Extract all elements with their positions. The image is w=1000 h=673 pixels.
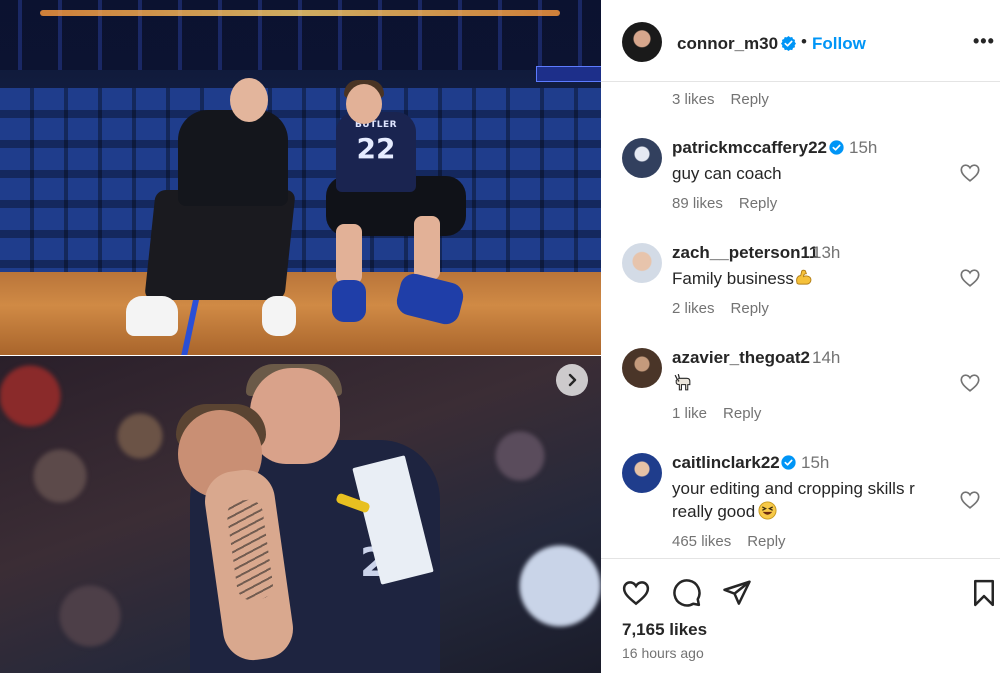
player-leg	[336, 224, 362, 284]
comment-username[interactable]: patrickmccaffery22	[672, 138, 827, 158]
comment-meta: 1 like Reply	[672, 405, 761, 422]
comment-time: 15h	[849, 138, 878, 157]
comment-meta: 465 likes Reply	[672, 533, 786, 550]
more-options-icon[interactable]: •••	[973, 31, 995, 52]
coach-shoe	[126, 296, 178, 336]
comment-time: 15h	[801, 453, 830, 472]
coach-head	[230, 78, 268, 122]
carousel-next-button[interactable]	[556, 364, 588, 396]
heart-icon[interactable]	[959, 372, 981, 394]
verified-icon	[829, 140, 844, 155]
comment-text: Family business	[672, 267, 940, 290]
comment-username[interactable]: caitlinclark22	[672, 453, 780, 473]
post-header: connor_m30 • Follow •••	[601, 0, 1000, 82]
share-icon[interactable]	[722, 578, 752, 608]
reply-button[interactable]: Reply	[731, 300, 769, 317]
jersey-team-text: BUTLER	[354, 120, 398, 130]
comment-text	[672, 372, 940, 396]
court-floor	[0, 272, 601, 356]
verified-icon	[781, 455, 796, 470]
comment-text-body: guy can coach	[672, 164, 782, 183]
post-media[interactable]: BUTLER 22 22	[0, 0, 601, 673]
comment-meta: 89 likes Reply	[672, 195, 777, 212]
author-avatar[interactable]	[622, 22, 662, 62]
player-shoe	[332, 280, 366, 322]
arena-seats	[0, 88, 601, 288]
comment-meta: 3 likes Reply	[672, 91, 769, 108]
comment-text: your editing and cropping skills r reall…	[672, 477, 940, 523]
comment-likes[interactable]: 2 likes	[672, 300, 715, 317]
like-heart-icon[interactable]	[621, 578, 651, 608]
comment-text: guy can coach	[672, 162, 940, 185]
post-actions: 7,165 likes 16 hours ago	[601, 558, 1000, 673]
grinning-squinting-face-icon	[758, 501, 777, 520]
comment-meta: 2 likes Reply	[672, 300, 769, 317]
reply-button[interactable]: Reply	[723, 405, 761, 422]
comment-time: 13h	[812, 243, 841, 262]
flexed-biceps-icon	[796, 269, 812, 285]
post-timestamp[interactable]: 16 hours ago	[622, 645, 704, 661]
arena-sign	[536, 66, 601, 82]
commenter-avatar[interactable]	[622, 348, 662, 388]
commenter-avatar[interactable]	[622, 453, 662, 493]
heart-icon[interactable]	[959, 267, 981, 289]
next-arrow-icon	[568, 373, 577, 387]
coach-torso	[178, 110, 288, 206]
heart-icon[interactable]	[959, 162, 981, 184]
commenter-avatar[interactable]	[622, 138, 662, 178]
post-sidebar: connor_m30 • Follow ••• 3 likes Reply pat…	[601, 0, 1000, 673]
arena-lights	[40, 10, 560, 16]
bookmark-icon[interactable]	[969, 578, 999, 608]
goat-icon	[674, 373, 691, 391]
heart-icon[interactable]	[959, 489, 981, 511]
follow-button[interactable]: Follow	[812, 34, 866, 54]
reply-button[interactable]: Reply	[747, 533, 785, 550]
header-separator: •	[801, 32, 807, 51]
author-username[interactable]: connor_m30	[677, 34, 778, 54]
coach-face	[250, 368, 340, 464]
comment-icon[interactable]	[672, 578, 702, 608]
comment-username[interactable]: azavier_thegoat2	[672, 348, 810, 368]
player-leg	[414, 216, 440, 280]
reply-button[interactable]: Reply	[739, 195, 777, 212]
coach-figure	[144, 190, 296, 300]
verified-icon	[781, 36, 796, 51]
comment-likes[interactable]: 1 like	[672, 405, 707, 422]
comment-likes[interactable]: 89 likes	[672, 195, 723, 212]
comment-text-body: your editing and cropping skills r reall…	[672, 479, 915, 521]
jersey-number: 22	[356, 132, 396, 165]
photo-arena-courtside: BUTLER 22	[0, 0, 601, 356]
comment-likes[interactable]: 465 likes	[672, 533, 731, 550]
reply-button[interactable]: Reply	[731, 91, 769, 108]
commenter-avatar[interactable]	[622, 243, 662, 283]
coach-shoe	[262, 296, 296, 336]
comment-username[interactable]: zach__peterson11	[672, 243, 818, 263]
comments-list[interactable]: 3 likes Reply patrickmccaffery22 15h guy …	[601, 82, 1000, 558]
comment-time: 14h	[812, 348, 841, 367]
comment-likes[interactable]: 3 likes	[672, 91, 715, 108]
likes-count[interactable]: 7,165 likes	[622, 620, 707, 640]
comment-text-body: Family business	[672, 269, 794, 288]
player-head	[346, 84, 382, 124]
